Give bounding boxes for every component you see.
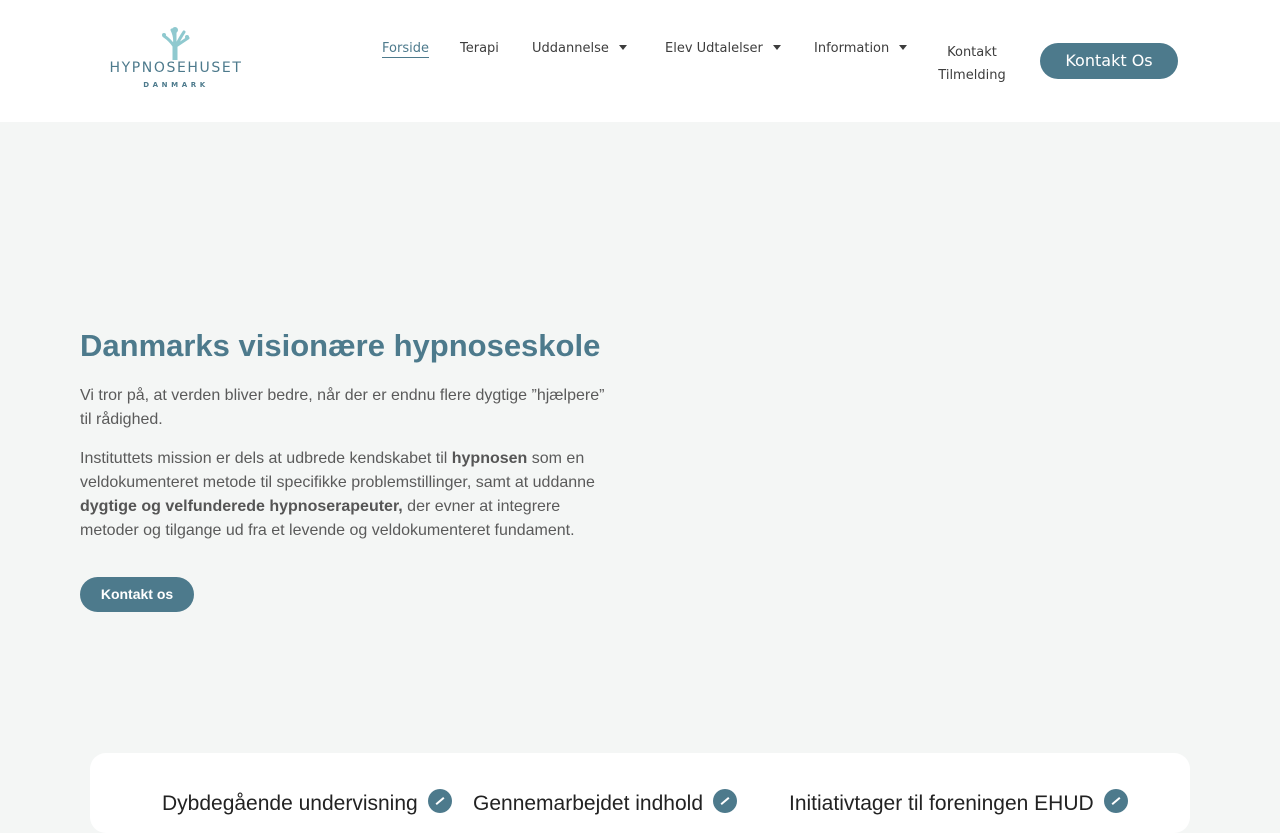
hero-paragraph-1: Vi tror på, at verden bliver bedre, når … — [80, 387, 605, 428]
nav-uddannelse[interactable]: Uddannelse — [532, 41, 627, 56]
feature-item[interactable]: Dybdegående undervisning — [162, 789, 452, 816]
nav-forside[interactable]: Forside — [382, 41, 429, 58]
site-header: HYPNOSEHUSET DANMARK Forside Terapi Udda… — [0, 0, 1280, 122]
logo-subtitle: DANMARK — [143, 81, 209, 89]
feature-item[interactable]: Gennemarbejdet indhold — [473, 789, 737, 816]
hero-p2-bold-therapists: dygtige og velfunderede hypnoserapeuter, — [80, 498, 403, 515]
caret-down-icon[interactable] — [772, 45, 781, 50]
hero-contact-button[interactable]: Kontakt os — [80, 577, 194, 612]
caret-down-icon[interactable] — [899, 45, 908, 50]
feature-label: Initiativtager til foreningen EHUD — [789, 792, 1094, 815]
caret-down-icon[interactable] — [618, 45, 627, 50]
hero-p2-text-a: Instituttets mission er dels at udbrede … — [80, 450, 452, 467]
header-contact-button[interactable]: Kontakt Os — [1040, 43, 1178, 79]
nav-uddannelse-label: Uddannelse — [532, 41, 609, 56]
feature-item[interactable]: Initiativtager til foreningen EHUD — [789, 789, 1128, 816]
nav-terapi[interactable]: Terapi — [460, 41, 499, 56]
hero-p2-bold-hypnosen: hypnosen — [451, 450, 528, 467]
nav-forside-label: Forside — [382, 41, 429, 56]
check-icon — [427, 789, 452, 813]
feature-label: Gennemarbejdet indhold — [473, 792, 703, 815]
features-card: Dybdegående undervisning Gennemarbejdet … — [90, 753, 1190, 833]
hero-paragraph-2: Instituttets mission er dels at udbrede … — [80, 447, 620, 543]
nav-kontakt-tilmelding[interactable]: Kontakt Tilmelding — [934, 41, 1010, 87]
nav-information[interactable]: Information — [814, 41, 908, 56]
check-icon — [1103, 789, 1128, 813]
nav-information-label: Information — [814, 41, 890, 56]
check-icon — [713, 789, 737, 813]
nav-elev-udtalelser[interactable]: Elev Udtalelser — [665, 41, 781, 56]
logo[interactable]: HYPNOSEHUSET DANMARK — [108, 26, 244, 94]
feature-label: Dybdegående undervisning — [162, 792, 418, 815]
nav-tilmelding-label: Tilmelding — [938, 68, 1006, 83]
nav-kontakt-label: Kontakt — [947, 45, 997, 60]
nav-elev-udtalelser-label: Elev Udtalelser — [665, 41, 763, 56]
hero-title: Danmarks visionære hypnoseskole — [80, 328, 601, 363]
nav-terapi-label: Terapi — [460, 41, 499, 56]
tree-logo-icon — [162, 27, 190, 60]
logo-wordmark: HYPNOSEHUSET — [109, 60, 243, 76]
